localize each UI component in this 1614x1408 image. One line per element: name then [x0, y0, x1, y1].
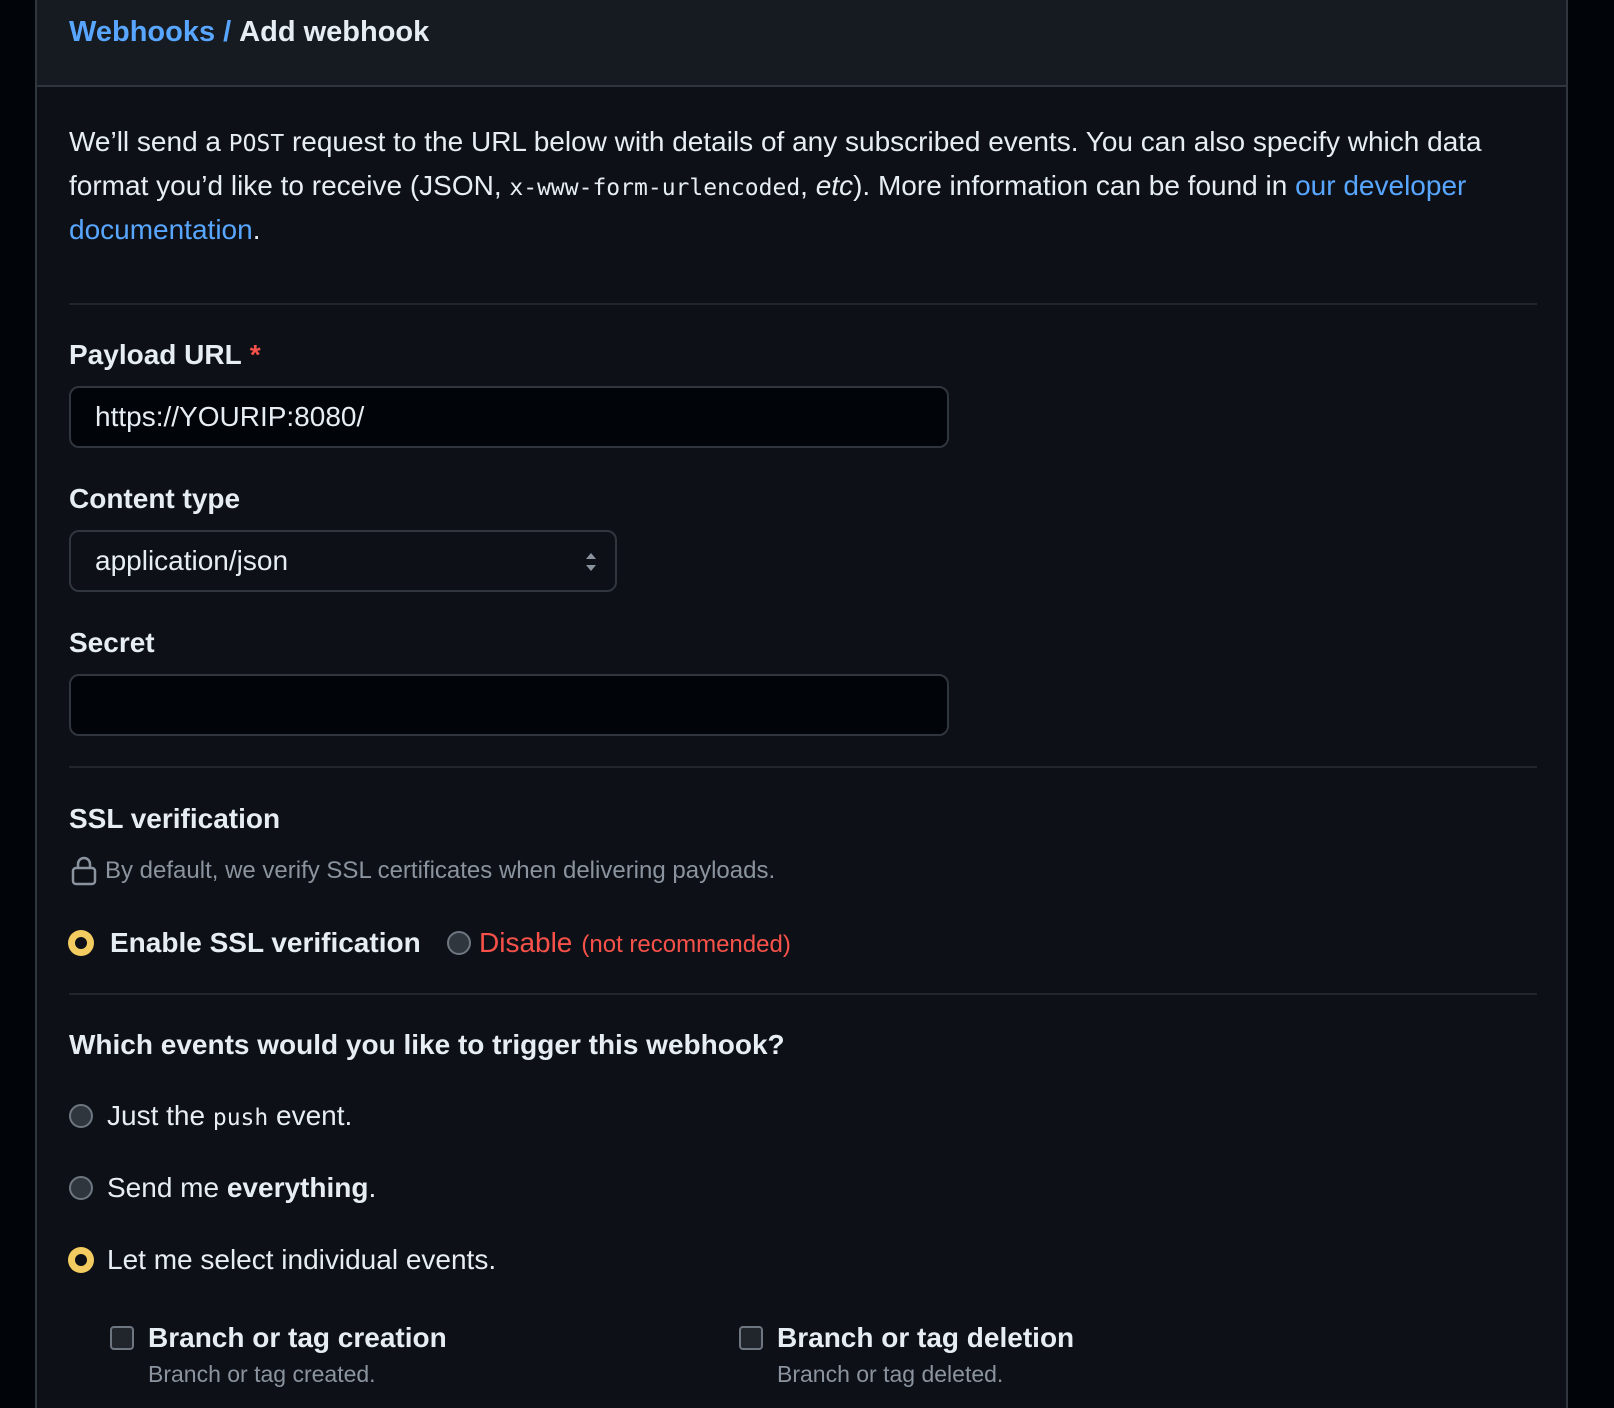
intro-text-part: We’ll send a — [69, 126, 229, 157]
content-type-selected: application/json — [95, 545, 289, 576]
events-everything-label-text: . — [368, 1172, 377, 1203]
breadcrumb: Webhooks / Add webhook — [37, 0, 1566, 87]
events-everything-radio[interactable] — [69, 1176, 93, 1200]
lock-icon — [71, 856, 97, 886]
events-heading: Which events would you like to trigger t… — [69, 1029, 785, 1060]
ssl-enable-radio[interactable] — [69, 931, 93, 955]
ssl-disable-radio[interactable] — [447, 931, 471, 955]
intro-text-part: ). More information can be found in — [853, 170, 1296, 201]
ssl-heading: SSL verification — [69, 803, 281, 834]
content-type-label: Content type — [69, 483, 241, 514]
ssl-disable-option[interactable]: Disable (not recommended) — [447, 927, 791, 959]
events-push-label-text: Just the — [107, 1100, 213, 1131]
form-content: We’ll send a POST request to the URL bel… — [37, 121, 1566, 1387]
events-push-label-text: event. — [268, 1100, 353, 1131]
intro-text-part: , — [800, 170, 816, 201]
intro-code-urlencoded: x-www-form-urlencoded — [509, 175, 801, 201]
divider — [69, 303, 1537, 305]
page-title: Add webhook — [239, 16, 430, 48]
events-everything-label-text: Send me — [107, 1172, 227, 1203]
ssl-note: By default, we verify SSL certificates w… — [69, 855, 775, 887]
ssl-enable-option[interactable]: Enable SSL verification — [69, 927, 421, 959]
events-individual-radio[interactable] — [69, 1248, 93, 1272]
events-everything-option[interactable]: Send me everything. — [69, 1172, 376, 1204]
event-text: Branch or tag deletion Branch or tag del… — [777, 1322, 1074, 1388]
event-branch-tag-creation[interactable]: Branch or tag creation Branch or tag cre… — [110, 1322, 447, 1388]
intro-etc: etc — [815, 170, 854, 201]
events-push-radio[interactable] — [69, 1104, 93, 1128]
events-individual-label: Let me select individual events. — [107, 1244, 497, 1275]
event-description: Branch or tag deleted. — [777, 1361, 1004, 1387]
required-marker: * — [249, 339, 261, 370]
events-individual-option[interactable]: Let me select individual events. — [69, 1244, 496, 1276]
payload-url-label-text: Payload URL — [69, 339, 242, 370]
ssl-disable-label: Disable — [479, 927, 573, 958]
intro-text: We’ll send a POST request to the URL bel… — [69, 121, 1539, 251]
divider — [69, 766, 1537, 768]
breadcrumb-separator: / — [223, 16, 232, 48]
event-checkbox[interactable] — [110, 1326, 134, 1350]
ssl-enable-label: Enable SSL verification — [110, 927, 421, 958]
secret-input[interactable] — [69, 674, 949, 736]
webhook-form-panel: Webhooks / Add webhook We’ll send a POST r… — [35, 0, 1568, 1408]
ssl-disable-note: (not recommended) — [581, 931, 791, 958]
events-push-option[interactable]: Just the push event. — [69, 1100, 352, 1132]
breadcrumb-webhooks-link[interactable]: Webhooks — [69, 16, 215, 48]
intro-text-part: . — [252, 214, 261, 245]
event-title: Branch or tag deletion — [777, 1322, 1075, 1353]
select-arrows-icon — [586, 553, 596, 571]
ssl-note-text: By default, we verify SSL certificates w… — [105, 857, 776, 884]
intro-code-post: POST — [228, 131, 285, 157]
payload-url-label: Payload URL * — [69, 339, 261, 371]
events-everything-label: Send me everything. — [107, 1172, 376, 1204]
events-push-label: Just the push event. — [107, 1100, 352, 1132]
secret-label: Secret — [69, 627, 155, 658]
event-checkbox[interactable] — [739, 1326, 763, 1350]
events-everything-bold: everything — [226, 1172, 369, 1203]
content-type-select[interactable]: application/json — [69, 530, 617, 592]
event-description: Branch or tag created. — [148, 1361, 376, 1387]
events-push-code: push — [212, 1105, 269, 1131]
event-branch-tag-deletion[interactable]: Branch or tag deletion Branch or tag del… — [739, 1322, 1074, 1388]
payload-url-input[interactable]: https://YOURIP:8080/ — [69, 386, 949, 448]
event-title: Branch or tag creation — [148, 1322, 447, 1353]
divider — [69, 993, 1537, 995]
event-text: Branch or tag creation Branch or tag cre… — [148, 1322, 447, 1388]
